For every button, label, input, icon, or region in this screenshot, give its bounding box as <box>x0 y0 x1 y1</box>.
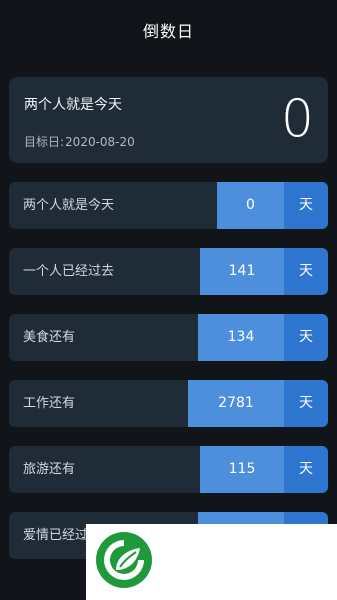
countdown-row-unit: 天 <box>284 380 328 427</box>
countdown-row[interactable]: 一个人已经过去 141 天 <box>9 248 328 295</box>
countdown-row-label: 旅游还有 <box>23 462 76 477</box>
countdown-row[interactable]: 旅游还有 115 天 <box>9 446 328 493</box>
countdown-row-label: 爱情已经过 <box>23 528 89 543</box>
target-date-value: 2020-08-20 <box>65 135 135 149</box>
countdown-row-value: 134 <box>198 314 284 361</box>
watermark-overlay <box>86 524 337 600</box>
countdown-row-unit: 天 <box>284 446 328 493</box>
countdown-row-value: 141 <box>200 248 284 295</box>
countdown-row-label: 美食还有 <box>23 330 76 345</box>
countdown-row-unit: 天 <box>284 314 328 361</box>
countdown-row[interactable]: 两个人就是今天 0 天 <box>9 182 328 229</box>
target-date-label: 目标日: <box>24 135 65 149</box>
countdown-row-value: 115 <box>200 446 284 493</box>
featured-event-name: 两个人就是今天 <box>24 97 122 113</box>
countdown-row-label: 工作还有 <box>23 396 76 411</box>
countdown-row-value: 0 <box>217 182 284 229</box>
countdown-row-value: 2781 <box>188 380 284 427</box>
page-title: 倒数日 <box>142 22 194 41</box>
featured-target-date: 目标日:2020-08-20 <box>24 133 135 150</box>
leaf-logo-icon <box>96 532 152 588</box>
countdown-row-unit: 天 <box>284 248 328 295</box>
countdown-row-label: 一个人已经过去 <box>23 264 115 279</box>
featured-countdown-card[interactable]: 两个人就是今天 目标日:2020-08-20 0 <box>9 77 328 163</box>
featured-day-count: 0 <box>280 89 314 149</box>
countdown-row[interactable]: 工作还有 2781 天 <box>9 380 328 427</box>
countdown-row[interactable]: 美食还有 134 天 <box>9 314 328 361</box>
countdown-row-unit: 天 <box>284 182 328 229</box>
countdown-row-label: 两个人就是今天 <box>23 198 115 213</box>
